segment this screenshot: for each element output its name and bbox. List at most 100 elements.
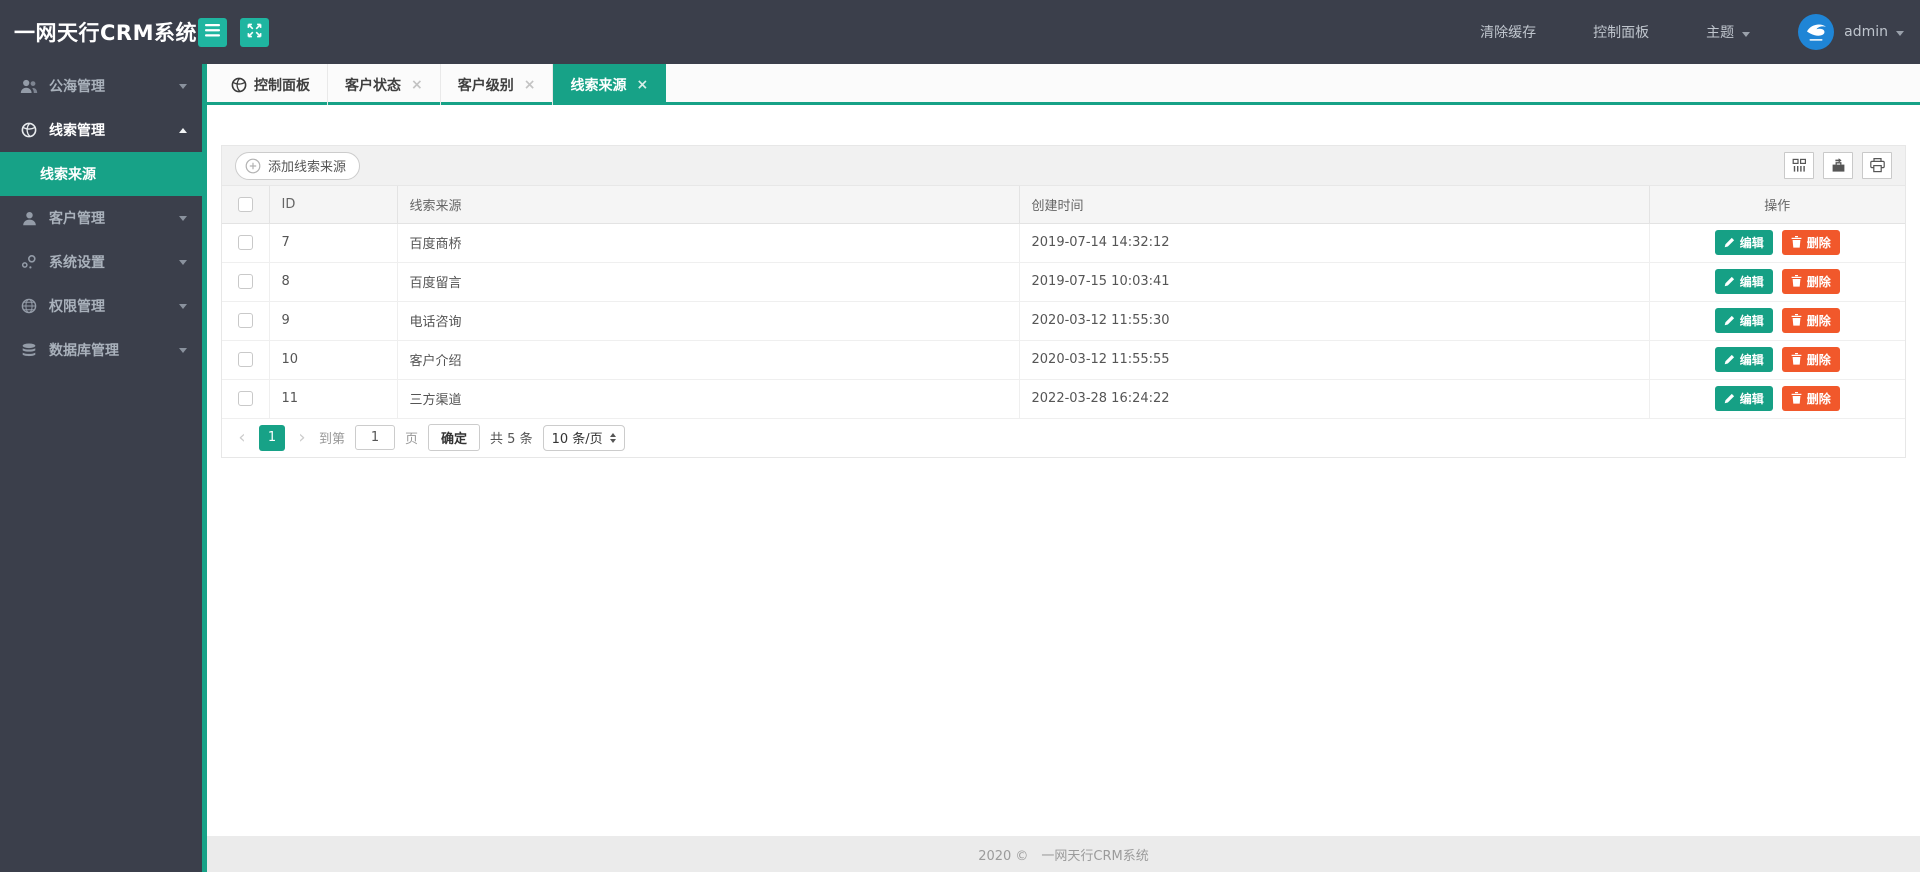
database-icon bbox=[20, 343, 38, 358]
goto-suffix-label: 页 bbox=[405, 428, 418, 447]
goto-prefix-label: 到第 bbox=[319, 428, 345, 447]
close-icon[interactable]: × bbox=[411, 78, 423, 92]
sphere-icon bbox=[20, 298, 38, 314]
sidebar-toggle-button[interactable] bbox=[198, 18, 227, 47]
plus-circle-icon bbox=[245, 158, 261, 174]
select-all-checkbox[interactable] bbox=[238, 197, 253, 212]
chevron-up-icon bbox=[179, 128, 187, 133]
table-row: 8百度留言2019-07-15 10:03:41编辑删除 bbox=[222, 262, 1905, 301]
columns-button[interactable] bbox=[1784, 152, 1814, 179]
row-checkbox[interactable] bbox=[238, 274, 253, 289]
chevron-down-icon bbox=[179, 260, 187, 265]
sidebar-item[interactable]: 线索管理 bbox=[0, 108, 202, 152]
header-id: ID bbox=[269, 186, 397, 223]
sidebar-subitem[interactable]: 线索来源 bbox=[0, 152, 202, 196]
delete-button[interactable]: 删除 bbox=[1782, 269, 1840, 294]
cell-source: 三方渠道 bbox=[397, 379, 1019, 418]
print-button[interactable] bbox=[1862, 152, 1892, 179]
row-checkbox[interactable] bbox=[238, 391, 253, 406]
avatar[interactable] bbox=[1798, 14, 1834, 50]
edit-button[interactable]: 编辑 bbox=[1715, 230, 1773, 255]
delete-button[interactable]: 删除 bbox=[1782, 230, 1840, 255]
cell-source: 客户介绍 bbox=[397, 340, 1019, 379]
row-checkbox[interactable] bbox=[238, 313, 253, 328]
sidebar-item[interactable]: 系统设置 bbox=[0, 240, 202, 284]
footer: 2020 © 一网天行CRM系统 bbox=[207, 836, 1920, 872]
cell-source: 百度留言 bbox=[397, 262, 1019, 301]
app-title: 一网天行CRM系统 bbox=[0, 17, 198, 47]
export-button[interactable] bbox=[1823, 152, 1853, 179]
chevron-down-icon bbox=[1742, 32, 1750, 37]
trash-icon bbox=[1791, 353, 1802, 365]
navbar-right: 清除缓存 控制面板 主题 admin bbox=[1423, 14, 1920, 50]
pencil-icon bbox=[1724, 354, 1735, 365]
fullscreen-button[interactable] bbox=[240, 18, 269, 47]
header-actions: 操作 bbox=[1649, 186, 1905, 223]
page-size-select[interactable]: 10 条/页 bbox=[543, 425, 625, 451]
cell-id: 11 bbox=[269, 379, 397, 418]
tab[interactable]: 客户级别× bbox=[441, 64, 554, 105]
cell-source: 百度商桥 bbox=[397, 223, 1019, 262]
user-menu[interactable]: admin bbox=[1844, 24, 1904, 40]
sidebar-item[interactable]: 公海管理 bbox=[0, 64, 202, 108]
lead-source-table: ID 线索来源 创建时间 操作 7百度商桥2019-07-14 14:32:12… bbox=[222, 186, 1905, 419]
edit-button[interactable]: 编辑 bbox=[1715, 386, 1773, 411]
sidebar-menu: 公海管理线索管理线索来源客户管理系统设置权限管理数据库管理 bbox=[0, 64, 202, 372]
close-icon[interactable]: × bbox=[524, 78, 536, 92]
globe-icon bbox=[231, 77, 247, 93]
table-row: 9电话咨询2020-03-12 11:55:30编辑删除 bbox=[222, 301, 1905, 340]
accent-vertical-line bbox=[202, 64, 207, 872]
row-checkbox[interactable] bbox=[238, 352, 253, 367]
cell-id: 8 bbox=[269, 262, 397, 301]
sidebar-item[interactable]: 数据库管理 bbox=[0, 328, 202, 372]
current-page-button[interactable]: 1 bbox=[259, 425, 285, 451]
sidebar-item[interactable]: 客户管理 bbox=[0, 196, 202, 240]
edit-button[interactable]: 编辑 bbox=[1715, 269, 1773, 294]
prev-page-icon[interactable]: ‹ bbox=[235, 429, 249, 447]
expand-icon bbox=[247, 23, 262, 41]
top-navbar: 一网天行CRM系统 清除缓存 控制面板 主题 admin bbox=[0, 0, 1920, 64]
tab[interactable]: 线索来源× bbox=[553, 64, 666, 105]
globe-icon bbox=[20, 122, 38, 138]
chevron-down-icon bbox=[1896, 31, 1904, 36]
cell-created: 2022-03-28 16:24:22 bbox=[1019, 379, 1649, 418]
confirm-button[interactable]: 确定 bbox=[428, 424, 480, 451]
table-row: 7百度商桥2019-07-14 14:32:12编辑删除 bbox=[222, 223, 1905, 262]
user-icon bbox=[20, 211, 38, 226]
share-icon bbox=[20, 254, 38, 270]
trash-icon bbox=[1791, 392, 1802, 404]
cell-source: 电话咨询 bbox=[397, 301, 1019, 340]
delete-button[interactable]: 删除 bbox=[1782, 308, 1840, 333]
tab[interactable]: 控制面板 bbox=[214, 64, 328, 105]
users-icon bbox=[20, 79, 38, 94]
edit-button[interactable]: 编辑 bbox=[1715, 308, 1773, 333]
row-checkbox[interactable] bbox=[238, 235, 253, 250]
delete-button[interactable]: 删除 bbox=[1782, 386, 1840, 411]
total-count-label: 共 5 条 bbox=[490, 428, 533, 447]
next-page-icon[interactable]: › bbox=[295, 429, 309, 447]
trash-icon bbox=[1791, 314, 1802, 326]
dashboard-link[interactable]: 控制面板 bbox=[1593, 22, 1649, 42]
sidebar-item[interactable]: 权限管理 bbox=[0, 284, 202, 328]
theme-dropdown[interactable]: 主题 bbox=[1706, 22, 1750, 42]
cell-id: 7 bbox=[269, 223, 397, 262]
hamburger-icon bbox=[205, 24, 220, 40]
clear-cache-link[interactable]: 清除缓存 bbox=[1480, 22, 1536, 42]
cell-id: 10 bbox=[269, 340, 397, 379]
tab[interactable]: 客户状态× bbox=[328, 64, 441, 105]
columns-icon bbox=[1791, 157, 1808, 174]
edit-button[interactable]: 编辑 bbox=[1715, 347, 1773, 372]
table-row: 10客户介绍2020-03-12 11:55:55编辑删除 bbox=[222, 340, 1905, 379]
chevron-down-icon bbox=[179, 304, 187, 309]
pencil-icon bbox=[1724, 393, 1735, 404]
delete-button[interactable]: 删除 bbox=[1782, 347, 1840, 372]
pencil-icon bbox=[1724, 276, 1735, 287]
table-header-row: ID 线索来源 创建时间 操作 bbox=[222, 186, 1905, 223]
close-icon[interactable]: × bbox=[636, 78, 648, 92]
trash-icon bbox=[1791, 275, 1802, 287]
footer-text: 2020 © 一网天行CRM系统 bbox=[978, 845, 1149, 864]
add-lead-source-button[interactable]: 添加线索来源 bbox=[235, 152, 360, 180]
goto-page-input[interactable] bbox=[355, 425, 395, 450]
chevron-down-icon bbox=[179, 84, 187, 89]
tab-bar: 控制面板客户状态×客户级别×线索来源× bbox=[207, 64, 1920, 102]
